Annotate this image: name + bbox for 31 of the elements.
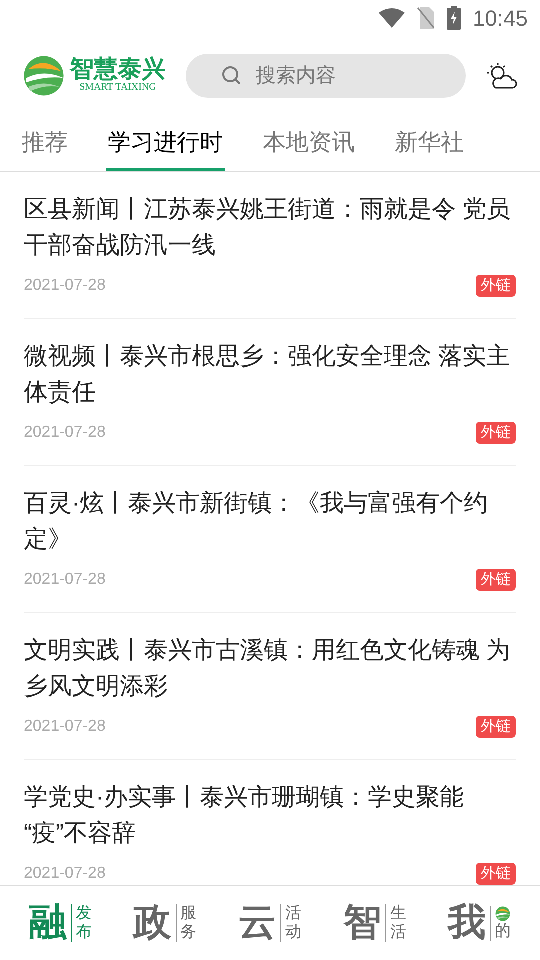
- search-icon: [222, 66, 242, 86]
- article-title[interactable]: 百灵·炫丨泰兴市新街镇：《我与富强有个约定》: [24, 486, 516, 558]
- external-link-tag: 外链: [476, 716, 516, 738]
- article-date: 2021-07-28: [24, 864, 106, 884]
- external-link-tag: 外链: [476, 274, 516, 298]
- category-tab[interactable]: 推荐: [20, 116, 70, 171]
- external-link-tag: 外链: [476, 568, 516, 592]
- logo-subtitle: SMART TAIXING: [80, 82, 156, 94]
- logo-icon: [22, 54, 66, 98]
- wifi-icon: [378, 8, 405, 28]
- article-date: 2021-07-28: [24, 717, 106, 737]
- article-date: 2021-07-28: [24, 276, 106, 296]
- article-title[interactable]: 文明实践丨泰兴市古溪镇：用红色文化铸魂 为乡风文明添彩: [24, 633, 516, 705]
- bottom-nav-item[interactable]: 我 的: [448, 904, 512, 942]
- logo-title: 智慧泰兴: [70, 58, 166, 82]
- no-sim-icon: [416, 7, 435, 29]
- article-title[interactable]: 学党史·办实事丨泰兴市珊瑚镇：学史聚能 “疫”不容辞: [24, 780, 516, 852]
- article-date: 2021-07-28: [24, 570, 106, 590]
- category-tab[interactable]: 学习进行时: [106, 116, 225, 171]
- category-tab[interactable]: 本地资讯: [261, 116, 357, 171]
- search-field[interactable]: 搜索内容: [186, 54, 466, 98]
- article-title[interactable]: 微视频丨泰兴市根思乡：强化安全理念 落实主体责任: [24, 339, 516, 411]
- article-title[interactable]: 区县新闻丨江苏泰兴姚王街道：雨就是令 党员干部奋战防汛一线: [24, 192, 516, 264]
- logo-icon: [495, 906, 512, 922]
- status-time: 10:45: [472, 4, 528, 32]
- external-link-tag: 外链: [476, 422, 516, 444]
- category-tab[interactable]: 新华社: [393, 116, 466, 171]
- external-link-tag: 外链: [476, 862, 516, 885]
- battery-icon: [446, 6, 461, 30]
- article-date: 2021-07-28: [24, 423, 106, 443]
- weather-icon[interactable]: [486, 61, 518, 91]
